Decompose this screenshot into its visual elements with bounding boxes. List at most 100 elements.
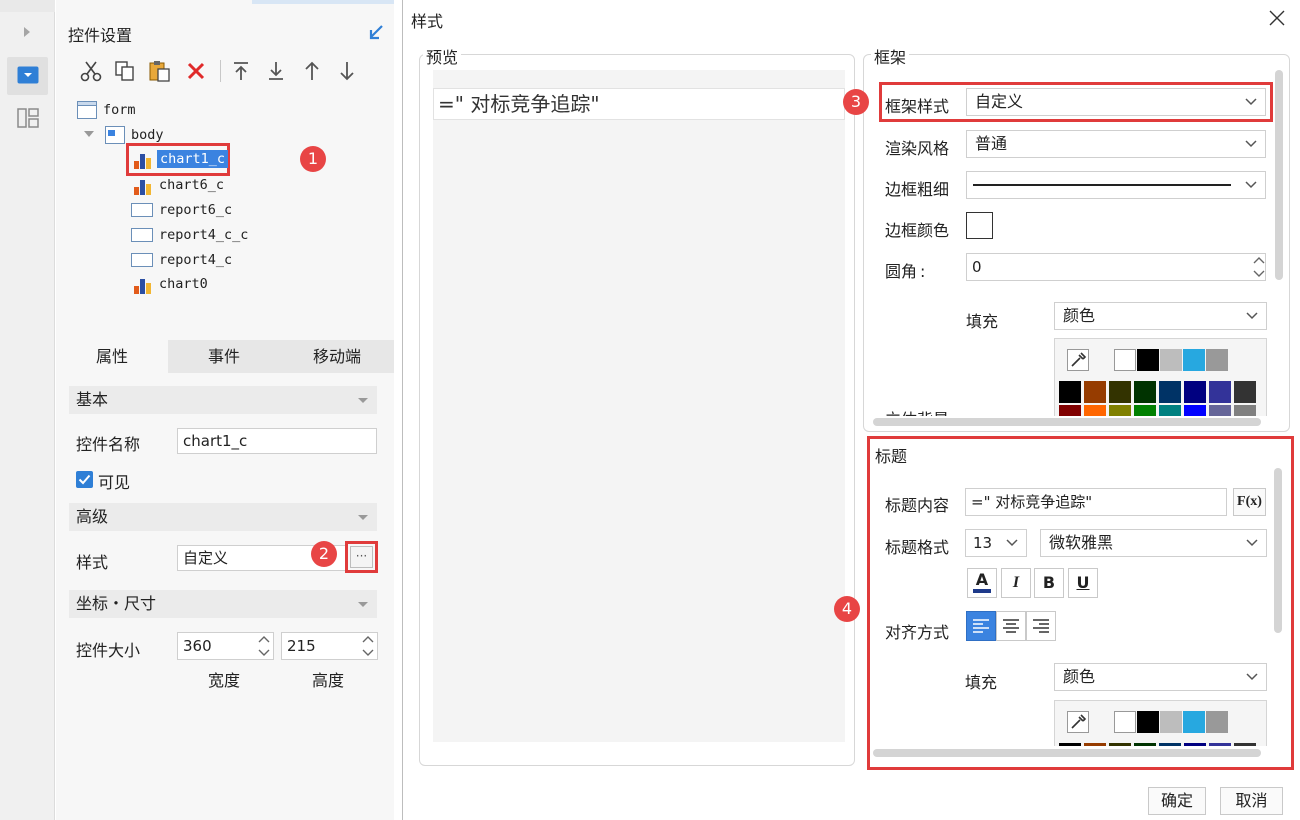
- width-spinner-icon[interactable]: [257, 633, 271, 659]
- eyedropper-icon[interactable]: [1067, 711, 1089, 733]
- color-swatch[interactable]: [1234, 405, 1256, 416]
- color-swatch[interactable]: [1234, 743, 1256, 746]
- color-swatch[interactable]: [1209, 381, 1231, 403]
- title-vertical-scrollbar[interactable]: [1274, 468, 1282, 633]
- copy-icon[interactable]: [114, 60, 136, 82]
- render-style-select[interactable]: 普通: [966, 130, 1266, 158]
- border-width-select[interactable]: [966, 171, 1266, 199]
- tab-mobile[interactable]: 移动端: [280, 340, 394, 373]
- move-up-icon[interactable]: [303, 60, 321, 82]
- layout-icon[interactable]: [17, 108, 39, 128]
- border-color-swatch[interactable]: [966, 212, 993, 239]
- frame-horizontal-scrollbar[interactable]: [873, 418, 1261, 426]
- color-swatch[interactable]: [1134, 381, 1156, 403]
- color-swatch[interactable]: [1137, 711, 1159, 733]
- tree-node-body[interactable]: body: [131, 127, 164, 143]
- ok-button[interactable]: 确定: [1148, 787, 1206, 815]
- section-advanced[interactable]: 高级: [69, 503, 377, 531]
- color-swatch[interactable]: [1134, 743, 1156, 746]
- tree-expand-icon[interactable]: [84, 130, 94, 138]
- delete-icon[interactable]: [186, 61, 206, 81]
- visible-checkbox[interactable]: [76, 471, 93, 488]
- tree-node-chart6-c[interactable]: chart6_c: [159, 177, 224, 193]
- title-fill-label: 填充: [965, 673, 998, 692]
- style-more-button[interactable]: ···: [350, 546, 373, 568]
- chevron-down-icon: [1245, 181, 1257, 189]
- title-horizontal-scrollbar[interactable]: [873, 749, 1261, 757]
- color-swatch[interactable]: [1084, 743, 1106, 746]
- color-swatch[interactable]: [1160, 349, 1182, 371]
- corner-radius-input[interactable]: 0: [966, 253, 1266, 281]
- color-swatch[interactable]: [1084, 381, 1106, 403]
- collapse-panel-icon[interactable]: [367, 24, 385, 42]
- tree-node-report4-c-c[interactable]: report4_c_c: [159, 227, 248, 243]
- tree-node-report4-c[interactable]: report4_c: [159, 252, 232, 268]
- tab-properties[interactable]: 属性: [56, 340, 168, 373]
- color-swatch[interactable]: [1059, 381, 1081, 403]
- formula-button[interactable]: F(x): [1233, 488, 1266, 516]
- color-swatch[interactable]: [1184, 381, 1206, 403]
- cancel-button[interactable]: 取消: [1220, 787, 1283, 815]
- align-center-button[interactable]: [996, 611, 1026, 641]
- report-node-icon: [131, 203, 153, 217]
- color-swatch[interactable]: [1184, 743, 1206, 746]
- color-swatch[interactable]: [1159, 381, 1181, 403]
- tab-events[interactable]: 事件: [168, 340, 280, 373]
- font-name-select[interactable]: 微软雅黑: [1040, 529, 1267, 557]
- frame-fill-select[interactable]: 颜色: [1054, 302, 1267, 330]
- font-size-select[interactable]: 13: [965, 529, 1027, 557]
- cut-icon[interactable]: [80, 60, 102, 82]
- tree-node-chart1-c[interactable]: chart1_c: [157, 150, 229, 168]
- title-fill-value: 颜色: [1063, 667, 1096, 686]
- widget-name-input[interactable]: chart1_c: [177, 428, 377, 454]
- italic-button[interactable]: I: [1001, 568, 1031, 598]
- expand-arrow-icon[interactable]: [22, 26, 32, 38]
- color-swatch[interactable]: [1159, 743, 1181, 746]
- color-swatch[interactable]: [1137, 349, 1159, 371]
- section-coords-size[interactable]: 坐标・尺寸: [69, 590, 377, 618]
- close-icon[interactable]: [1269, 10, 1285, 26]
- title-content-input[interactable]: =" 对标竞争追踪": [965, 488, 1227, 516]
- align-left-button[interactable]: [966, 611, 996, 641]
- bold-button[interactable]: B: [1034, 568, 1064, 598]
- color-swatch[interactable]: [1234, 381, 1256, 403]
- radius-spinner-icon[interactable]: [1252, 254, 1266, 280]
- tree-node-form[interactable]: form: [103, 102, 136, 118]
- color-swatch[interactable]: [1109, 743, 1131, 746]
- underline-button[interactable]: U: [1068, 568, 1098, 598]
- paste-icon[interactable]: [148, 59, 172, 83]
- section-basic[interactable]: 基本: [69, 386, 377, 414]
- visible-label: 可见: [98, 473, 131, 492]
- tree-node-chart0[interactable]: chart0: [159, 276, 208, 292]
- move-down-icon[interactable]: [338, 60, 356, 82]
- eyedropper-icon[interactable]: [1067, 349, 1089, 371]
- color-swatch[interactable]: [1134, 405, 1156, 416]
- chevron-down-icon: [1246, 673, 1258, 681]
- font-color-button[interactable]: A: [967, 568, 997, 598]
- color-swatch[interactable]: [1114, 711, 1136, 733]
- color-swatch[interactable]: [1109, 381, 1131, 403]
- color-swatch[interactable]: [1159, 405, 1181, 416]
- color-swatch[interactable]: [1114, 349, 1136, 371]
- frame-vertical-scrollbar[interactable]: [1275, 70, 1283, 280]
- color-swatch[interactable]: [1209, 743, 1231, 746]
- color-swatch[interactable]: [1059, 743, 1081, 746]
- color-swatch[interactable]: [1206, 349, 1228, 371]
- height-spinner-icon[interactable]: [361, 633, 375, 659]
- tree-node-report6-c[interactable]: report6_c: [159, 202, 232, 218]
- color-swatch[interactable]: [1183, 349, 1205, 371]
- move-top-icon[interactable]: [232, 60, 250, 82]
- section-advanced-label: 高级: [76, 507, 109, 526]
- color-swatch[interactable]: [1109, 405, 1131, 416]
- color-swatch[interactable]: [1084, 405, 1106, 416]
- color-swatch[interactable]: [1183, 711, 1205, 733]
- title-fill-select[interactable]: 颜色: [1054, 663, 1267, 691]
- color-swatch[interactable]: [1206, 711, 1228, 733]
- color-swatch[interactable]: [1160, 711, 1182, 733]
- color-swatch[interactable]: [1184, 405, 1206, 416]
- color-swatch[interactable]: [1059, 405, 1081, 416]
- widget-settings-icon[interactable]: [17, 66, 39, 84]
- color-swatch[interactable]: [1209, 405, 1231, 416]
- move-bottom-icon[interactable]: [267, 60, 285, 82]
- align-right-button[interactable]: [1026, 611, 1056, 641]
